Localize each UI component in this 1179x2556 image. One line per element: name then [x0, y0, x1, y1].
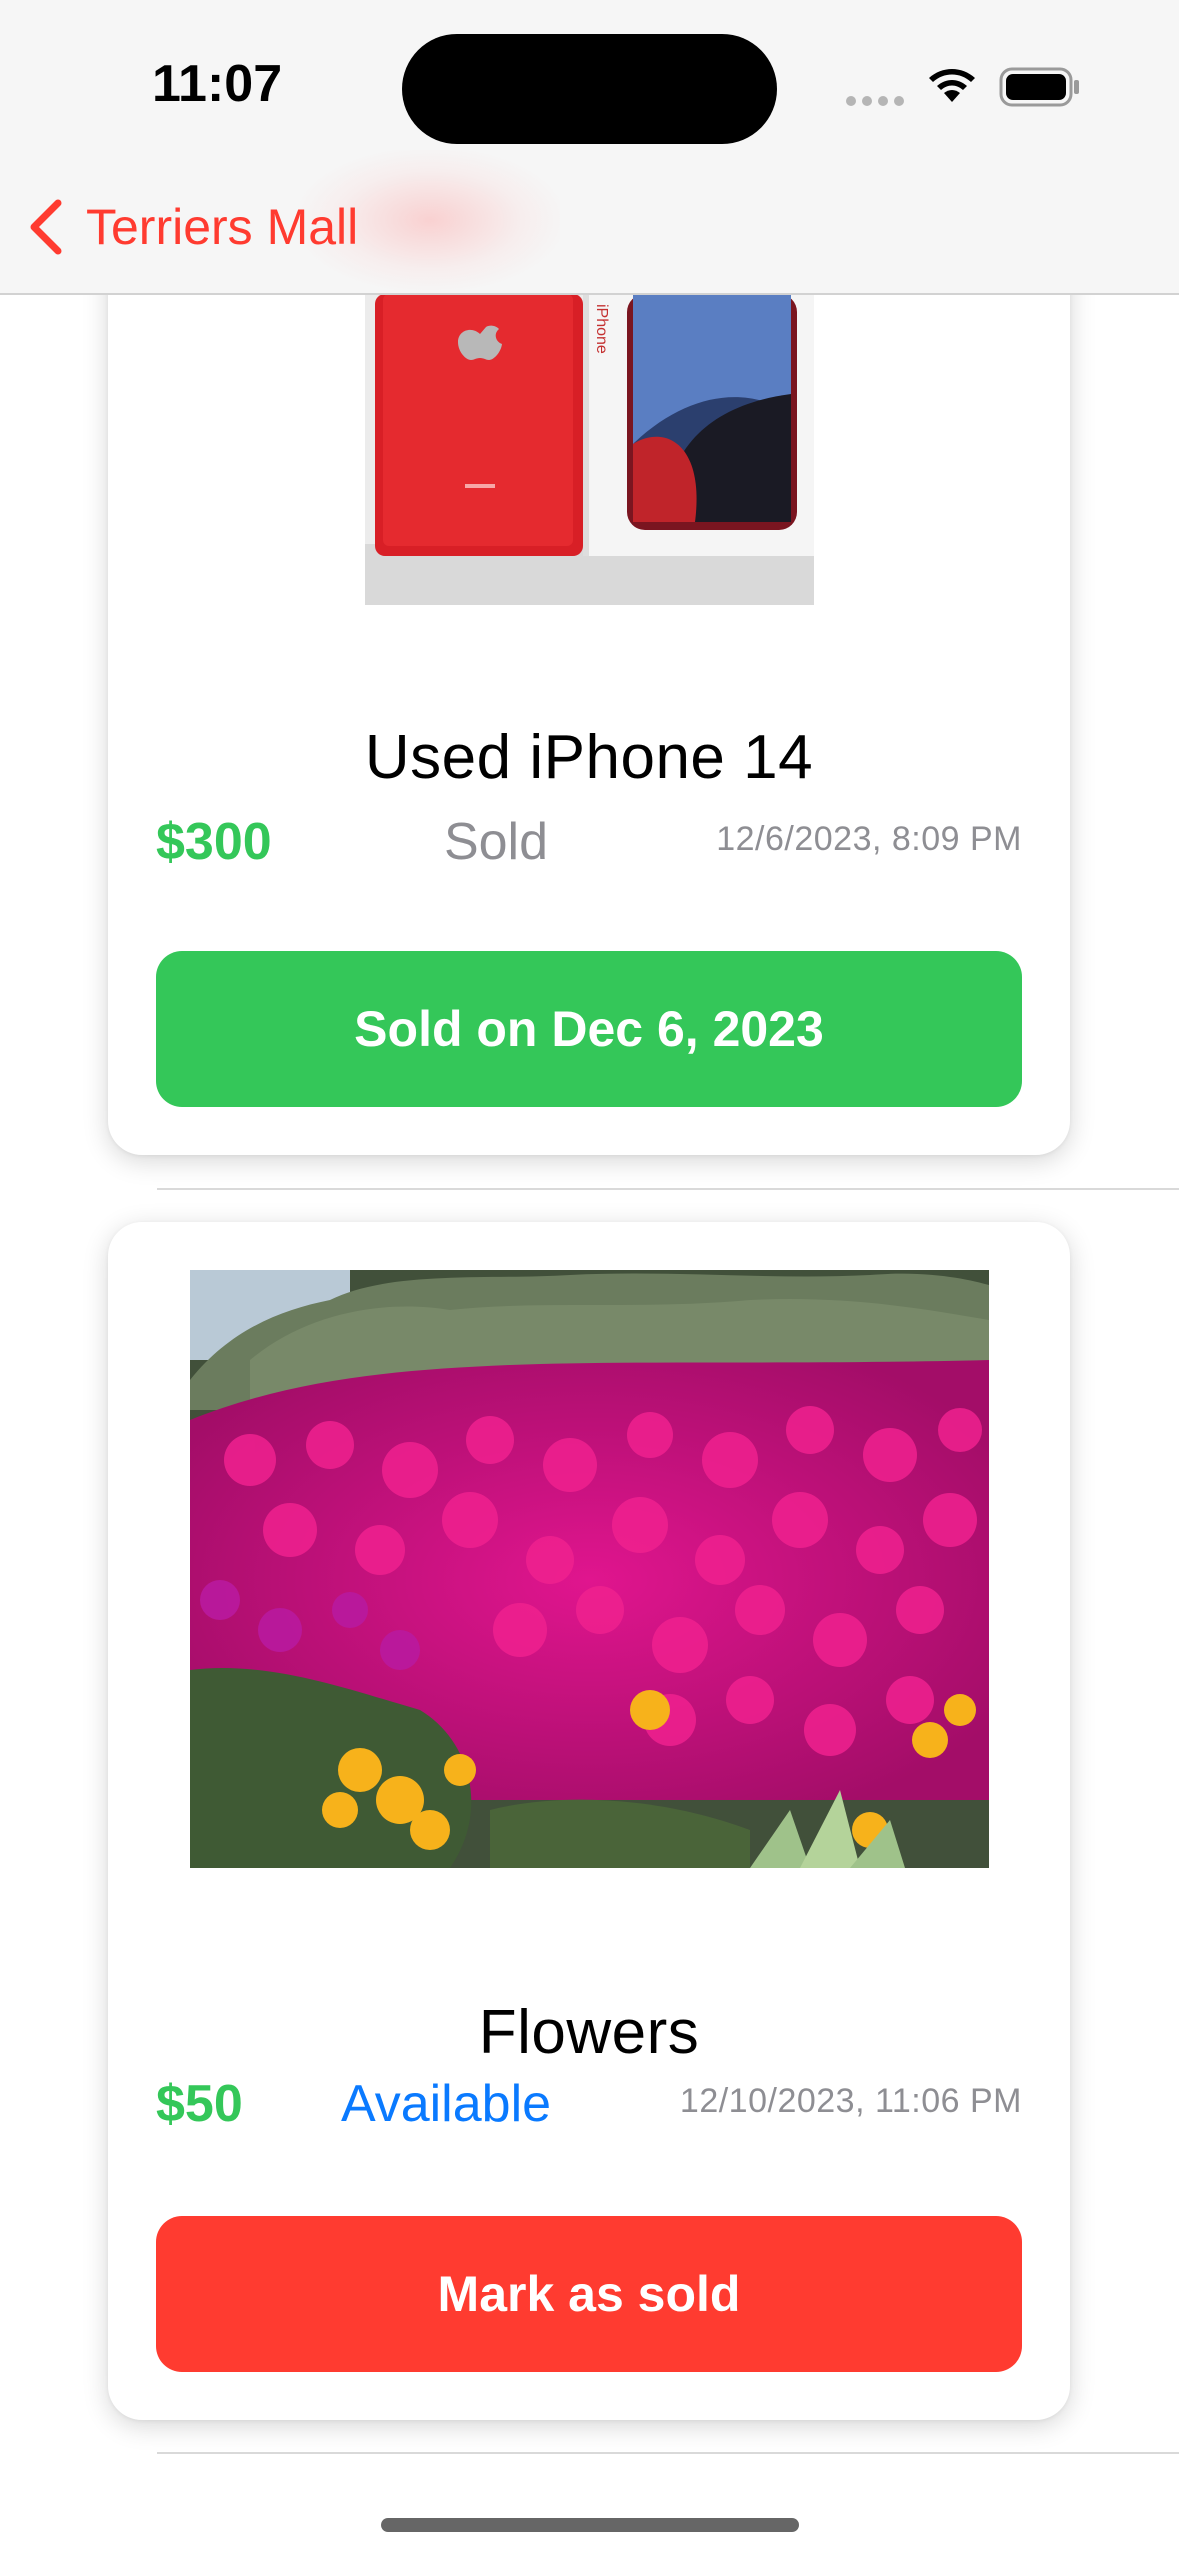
item-photo [190, 1270, 989, 1868]
battery-icon [999, 67, 1079, 107]
screen: iPhone Used iPhone 14 $300 Sold 12/6/202… [0, 0, 1179, 2556]
item-price: $300 [156, 813, 272, 871]
cellular-signal-icon [846, 96, 904, 106]
back-button-label: Terriers Mall [86, 199, 359, 255]
list-separator [157, 2452, 1179, 2454]
item-price: $50 [156, 2075, 243, 2133]
back-button[interactable]: Terriers Mall [24, 192, 358, 262]
chevron-left-icon [30, 199, 62, 255]
sold-on-date-button[interactable]: Sold on Dec 6, 2023 [156, 951, 1022, 1107]
status-badge: Sold [443, 813, 549, 871]
navigation-bar: 11:07 Terriers Mall [0, 0, 1179, 295]
svg-text:iPhone: iPhone [593, 304, 610, 354]
dynamic-island [402, 34, 777, 144]
wifi-icon [929, 69, 975, 102]
flowers-image [190, 1270, 989, 1868]
status-bar-time: 11:07 [152, 55, 283, 113]
listing-card: iPhone Used iPhone 14 $300 Sold 12/6/202… [108, 190, 1070, 1155]
status-badge: Available [340, 2075, 552, 2133]
item-meta-row: $50 Available 12/10/2023, 11:06 PM [156, 2074, 1022, 2134]
item-photo: iPhone [365, 294, 814, 605]
item-timestamp: 12/6/2023, 8:09 PM [716, 820, 1022, 858]
item-meta-row: $300 Sold 12/6/2023, 8:09 PM [156, 812, 1022, 872]
home-indicator[interactable] [381, 2518, 799, 2532]
item-timestamp: 12/10/2023, 11:06 PM [679, 2082, 1022, 2120]
item-name: Flowers [478, 1998, 700, 2067]
mark-as-sold-button[interactable]: Mark as sold [156, 2216, 1022, 2372]
listing-card: Flowers $50 Available 12/10/2023, 11:06 … [108, 1222, 1070, 2420]
iphone-box-image: iPhone [365, 294, 814, 605]
item-name: Used iPhone 14 [364, 723, 814, 792]
list-separator [157, 1188, 1179, 1190]
